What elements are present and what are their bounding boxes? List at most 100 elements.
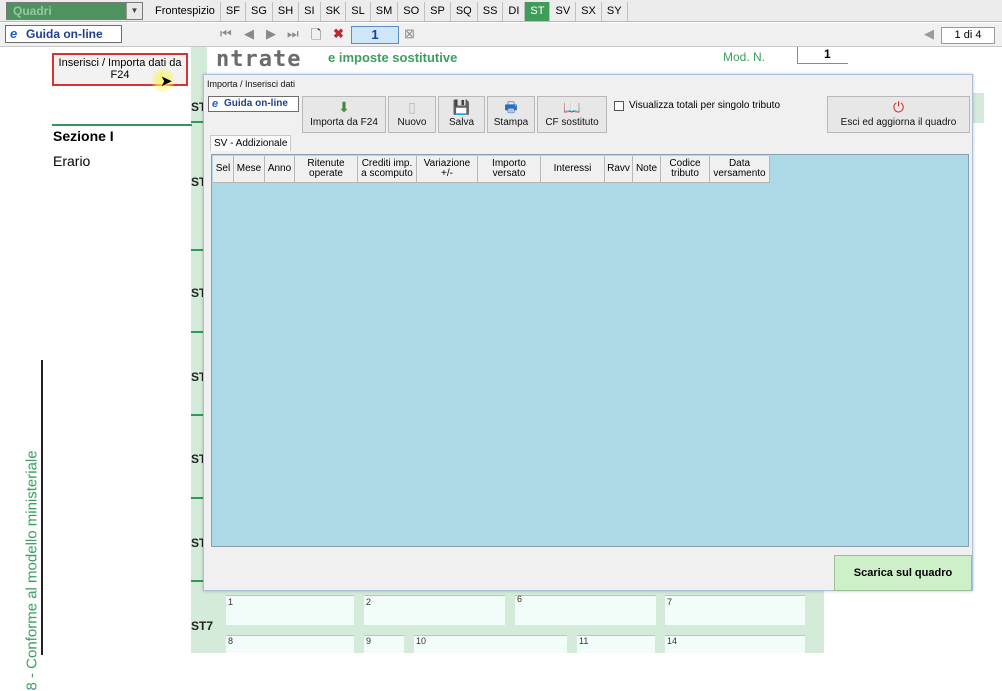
power-icon: ⏻ — [892, 99, 905, 115]
internet-explorer-icon: e — [212, 98, 219, 110]
book-icon: 📖 — [563, 99, 581, 115]
cell-number: 2 — [366, 597, 372, 607]
clear-page-icon[interactable]: ⊠ — [404, 26, 415, 42]
column-header[interactable]: Codice tributo — [661, 156, 710, 183]
column-header[interactable]: Sel — [213, 156, 234, 183]
cf-sostituto-button[interactable]: 📖 CF sostituto — [537, 96, 607, 133]
form-cell[interactable] — [364, 595, 505, 625]
new-doc-icon: ▯ — [408, 99, 416, 115]
last-page-icon[interactable]: ⏭ — [287, 26, 299, 42]
navigation-toolbar: e Guida on-line ⏮ ◀ ▶ ⏭ 🗋 ✖ 1 ⊠ ◀ 1 di 4 — [0, 23, 1002, 47]
previous-page-icon[interactable]: ◀ — [244, 26, 254, 42]
cell-number: 1 — [228, 597, 234, 607]
form-cell[interactable] — [515, 595, 656, 625]
quadri-select-value: Quadri — [13, 4, 52, 18]
cell-number: 6 — [517, 594, 523, 604]
next-page-icon[interactable]: ▶ — [266, 26, 276, 42]
totals-checkbox[interactable] — [614, 101, 624, 111]
column-header[interactable]: Ravv — [605, 156, 633, 183]
first-page-icon[interactable]: ⏮ — [220, 26, 232, 42]
tab-sm[interactable]: SM — [371, 2, 399, 21]
save-button[interactable]: 💾 Salva — [438, 96, 485, 133]
mod-n-label: Mod. N. — [723, 50, 766, 64]
dialog-title: Importa / Inserisci dati — [207, 79, 296, 89]
cell-number: 14 — [667, 636, 678, 646]
tab-sl[interactable]: SL — [346, 2, 371, 21]
chevron-down-icon[interactable]: ▼ — [126, 3, 142, 19]
print-button[interactable]: 🖶 Stampa — [487, 96, 535, 133]
tab-sv-addizionale[interactable]: SV - Addizionale — [210, 135, 292, 151]
new-label: Nuovo — [397, 117, 427, 128]
dialog-guida-button[interactable]: e Guida on-line — [208, 96, 299, 112]
internet-explorer-icon: e — [10, 26, 18, 41]
dialog-guida-label: Guida on-line — [224, 98, 288, 109]
tab-sq[interactable]: SQ — [451, 2, 478, 21]
form-cell[interactable] — [226, 635, 354, 653]
floppy-icon: 💾 — [452, 99, 471, 115]
vertical-caption: 8 - Conforme al modello ministeriale — [23, 450, 41, 691]
scarica-sul-quadro-button[interactable]: Scarica sul quadro — [834, 555, 972, 591]
guida-online-label: Guida on-line — [26, 27, 103, 41]
data-grid[interactable]: Sel Mese Anno Ritenute operate Crediti imp. … — [211, 154, 969, 547]
form-cell[interactable] — [665, 635, 805, 653]
tab-frontespizio[interactable]: Frontespizio — [150, 2, 221, 21]
tab-sv[interactable]: SV — [550, 2, 577, 21]
form-cell[interactable] — [226, 595, 354, 625]
page-number-field[interactable]: 1 — [351, 26, 399, 44]
mouse-cursor-icon: ➤ — [160, 73, 173, 90]
logo-subtitle: e imposte sostitutive — [328, 50, 458, 65]
mod-n-field[interactable]: 1 — [797, 47, 848, 64]
cell-number: 11 — [579, 636, 589, 646]
import-dialog: Importa / Inserisci dati e Guida on-line… — [203, 74, 973, 591]
form-cell[interactable] — [577, 635, 655, 653]
logo-text: ntrate — [216, 47, 302, 72]
totals-checkbox-label: Visualizza totali per singolo tributo — [629, 100, 781, 111]
tab-so[interactable]: SO — [398, 2, 426, 21]
cell-number: 8 — [228, 636, 234, 646]
tab-sk[interactable]: SK — [321, 2, 347, 21]
exit-update-button[interactable]: ⏻ Esci ed aggiorna il quadro — [827, 96, 970, 133]
cell-number: 9 — [366, 636, 372, 646]
import-icon: ⬇ — [338, 99, 350, 115]
column-header[interactable]: Note — [633, 156, 661, 183]
column-header[interactable]: Importo versato — [478, 156, 541, 183]
form-cell[interactable] — [665, 595, 805, 625]
column-header[interactable]: Anno — [265, 156, 295, 183]
tab-si[interactable]: SI — [299, 2, 321, 21]
quadri-tabs: Frontespizio SF SG SH SI SK SL SM SO SP SQ SS DI ST SV… — [150, 2, 628, 21]
column-header[interactable]: Crediti imp. a scomputo — [358, 156, 417, 183]
column-header[interactable]: Variazione +/- — [417, 156, 478, 183]
page-back-icon[interactable]: ◀ — [924, 26, 934, 42]
form-cell[interactable] — [414, 635, 567, 653]
grid-header: Sel Mese Anno Ritenute operate Crediti imp. … — [213, 156, 770, 183]
tab-sh[interactable]: SH — [273, 2, 300, 21]
cell-number: 10 — [416, 636, 427, 646]
import-f24-dialog-button[interactable]: ⬇ Importa da F24 — [302, 96, 386, 133]
tab-sp[interactable]: SP — [425, 2, 451, 21]
exit-update-label: Esci ed aggiorna il quadro — [840, 117, 957, 128]
tab-sx[interactable]: SX — [576, 2, 602, 21]
delete-page-icon[interactable]: ✖ — [333, 26, 344, 42]
column-header[interactable]: Mese — [234, 156, 265, 183]
guida-online-button[interactable]: e Guida on-line — [5, 25, 122, 43]
column-header[interactable]: Data versamento — [710, 156, 770, 183]
section-title: Sezione I — [53, 128, 114, 144]
column-header[interactable]: Interessi — [541, 156, 605, 183]
tab-sg[interactable]: SG — [246, 2, 273, 21]
tab-ss[interactable]: SS — [478, 2, 504, 21]
tab-sy[interactable]: SY — [602, 2, 628, 21]
new-button[interactable]: ▯ Nuovo — [388, 96, 436, 133]
vertical-divider — [41, 360, 43, 655]
new-page-icon[interactable]: 🗋 — [311, 26, 321, 48]
quadri-select[interactable]: Quadri ▼ — [6, 2, 143, 20]
cell-number: 7 — [667, 597, 673, 607]
quadri-tab-bar: Quadri ▼ Frontespizio SF SG SH SI SK SL SM SO SP S… — [0, 0, 1002, 22]
printer-icon: 🖶 — [504, 99, 518, 115]
tab-st[interactable]: ST — [525, 2, 551, 21]
import-f24-label: Importa da F24 — [310, 117, 378, 128]
print-label: Stampa — [493, 117, 529, 128]
st-row-label: ST7 — [191, 619, 214, 633]
column-header[interactable]: Ritenute operate — [295, 156, 358, 183]
tab-sf[interactable]: SF — [221, 2, 246, 21]
tab-di[interactable]: DI — [503, 2, 526, 21]
